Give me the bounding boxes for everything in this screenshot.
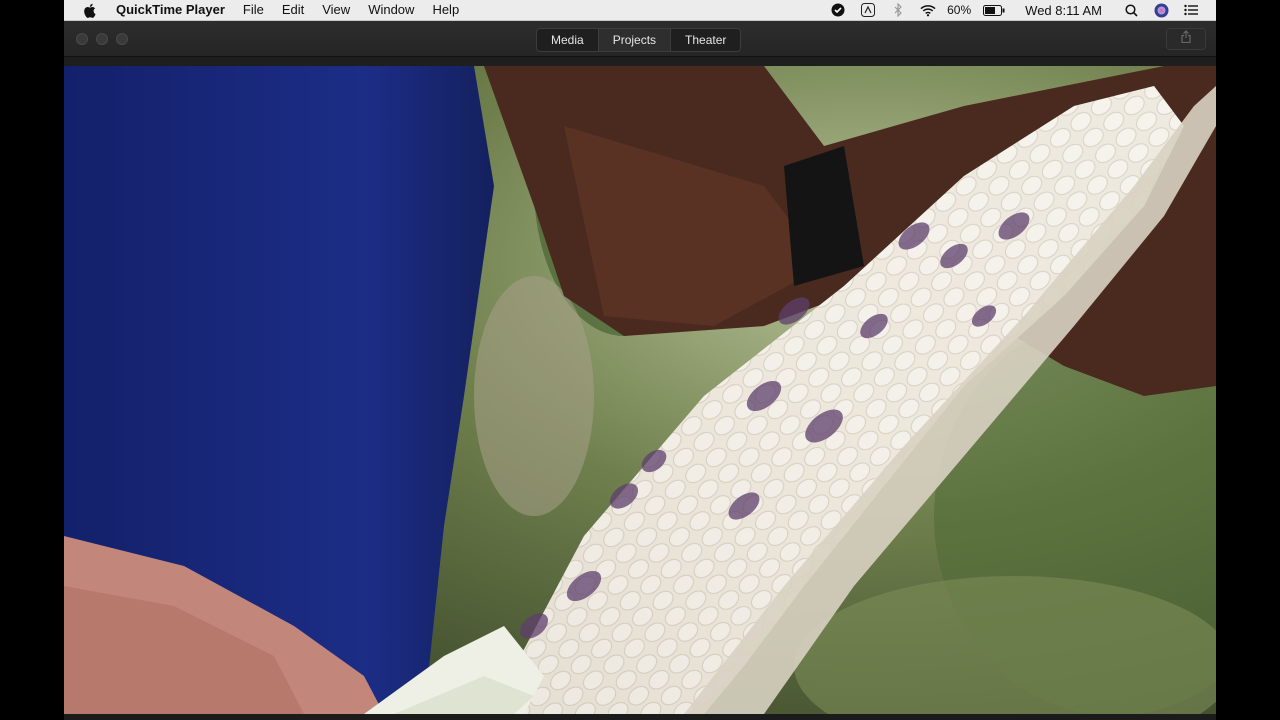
video-image <box>64 66 1216 714</box>
adobe-icon[interactable] <box>860 2 876 18</box>
bluetooth-icon[interactable] <box>890 2 906 18</box>
tab-projects[interactable]: Projects <box>598 29 672 51</box>
zoom-window-button[interactable] <box>116 33 128 45</box>
video-frame[interactable] <box>64 66 1216 714</box>
window-bottom-edge <box>64 714 1216 720</box>
tab-theater[interactable]: Theater <box>671 29 740 51</box>
siri-icon[interactable] <box>1153 2 1169 18</box>
window-titlebar: Media Projects Theater <box>64 21 1216 57</box>
search-icon[interactable] <box>1123 2 1139 18</box>
menu-edit[interactable]: Edit <box>273 0 313 20</box>
menu-file[interactable]: File <box>234 0 273 20</box>
view-segmented-control: Media Projects Theater <box>536 28 742 52</box>
tab-media[interactable]: Media <box>537 29 599 51</box>
menu-help[interactable]: Help <box>423 0 468 20</box>
window-divider <box>64 57 1216 66</box>
apple-logo-icon[interactable] <box>82 3 96 18</box>
battery-icon[interactable] <box>982 2 1006 18</box>
screen: QuickTime Player File Edit View Window H… <box>64 0 1216 720</box>
menu-clock[interactable]: Wed 8:11 AM <box>1013 3 1116 18</box>
dark-circle-check-icon[interactable] <box>830 2 846 18</box>
share-icon <box>1181 30 1191 48</box>
menu-bar: QuickTime Player File Edit View Window H… <box>64 0 1216 21</box>
wifi-icon[interactable] <box>920 2 936 18</box>
window-controls <box>76 33 128 45</box>
battery-percent: 60% <box>947 3 972 17</box>
share-button[interactable] <box>1166 28 1206 50</box>
menu-window[interactable]: Window <box>359 0 423 20</box>
menu-view[interactable]: View <box>313 0 359 20</box>
close-window-button[interactable] <box>76 33 88 45</box>
menu-app-name[interactable]: QuickTime Player <box>108 0 234 20</box>
minimize-window-button[interactable] <box>96 33 108 45</box>
notification-list-icon[interactable] <box>1183 2 1199 18</box>
